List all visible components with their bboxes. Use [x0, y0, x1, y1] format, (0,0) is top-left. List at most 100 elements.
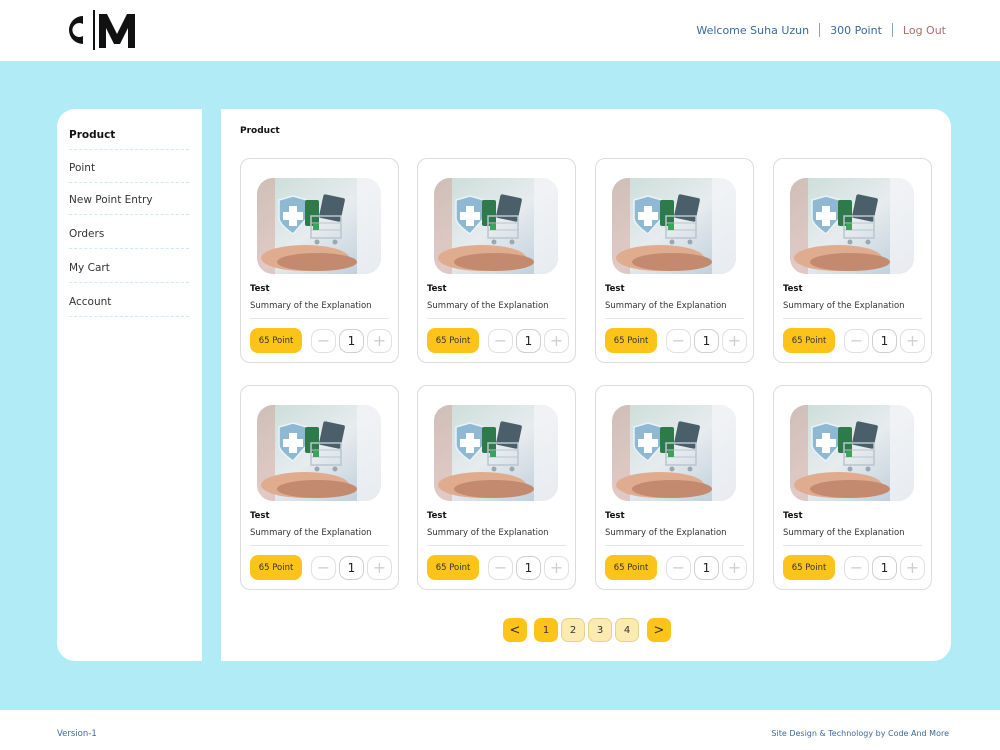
- product-name: Test: [250, 511, 270, 521]
- product-card: Test Summary of the Explanation 65 Point…: [773, 158, 932, 363]
- quantity-input[interactable]: 1: [694, 556, 719, 580]
- plus-icon: +: [727, 331, 742, 350]
- product-summary: Summary of the Explanation: [427, 301, 549, 311]
- product-summary: Summary of the Explanation: [783, 301, 905, 311]
- page-button-3[interactable]: 3: [588, 618, 612, 642]
- increase-quantity-button[interactable]: +: [722, 329, 747, 353]
- user-nav: Welcome Suha Uzun 300 Point Log Out: [696, 23, 946, 37]
- product-name: Test: [427, 511, 447, 521]
- price-button[interactable]: 65 Point: [605, 555, 657, 580]
- minus-icon: −: [316, 331, 331, 350]
- product-content: Product Test Summary of the Explanation …: [221, 109, 951, 661]
- quantity-input[interactable]: 1: [339, 556, 364, 580]
- price-button[interactable]: 65 Point: [427, 555, 479, 580]
- product-card: Test Summary of the Explanation 65 Point…: [417, 158, 576, 363]
- plus-icon: +: [549, 558, 564, 577]
- product-image[interactable]: [612, 405, 736, 501]
- sidebar-item-orders[interactable]: Orders: [69, 228, 189, 249]
- price-button[interactable]: 65 Point: [783, 555, 835, 580]
- product-card: Test Summary of the Explanation 65 Point…: [240, 158, 399, 363]
- minus-icon: −: [493, 558, 508, 577]
- chevron-right-icon[interactable]: >: [647, 618, 671, 642]
- price-button[interactable]: 65 Point: [605, 328, 657, 353]
- decrease-quantity-button[interactable]: −: [666, 329, 691, 353]
- minus-icon: −: [671, 331, 686, 350]
- logout-link[interactable]: Log Out: [903, 24, 946, 37]
- decrease-quantity-button[interactable]: −: [666, 556, 691, 580]
- quantity-input[interactable]: 1: [694, 329, 719, 353]
- chevron-left-icon[interactable]: <: [503, 618, 527, 642]
- plus-icon: +: [372, 558, 387, 577]
- page-button-1[interactable]: 1: [534, 618, 558, 642]
- quantity-input[interactable]: 1: [339, 329, 364, 353]
- decrease-quantity-button[interactable]: −: [311, 329, 336, 353]
- footer: Version-1 Site Design & Technology by Co…: [0, 710, 1000, 750]
- quantity-input[interactable]: 1: [516, 556, 541, 580]
- plus-icon: +: [727, 558, 742, 577]
- product-card: Test Summary of the Explanation 65 Point…: [595, 385, 754, 590]
- product-image[interactable]: [790, 405, 914, 501]
- card-divider: [427, 545, 566, 546]
- increase-quantity-button[interactable]: +: [544, 329, 569, 353]
- nav-divider: [819, 23, 821, 37]
- product-summary: Summary of the Explanation: [605, 528, 727, 538]
- increase-quantity-button[interactable]: +: [544, 556, 569, 580]
- card-divider: [783, 545, 922, 546]
- sidebar: Product Point New Point Entry Orders My …: [57, 109, 202, 661]
- increase-quantity-button[interactable]: +: [367, 329, 392, 353]
- sidebar-item-my-cart[interactable]: My Cart: [69, 262, 189, 283]
- card-divider: [250, 545, 389, 546]
- sidebar-item-product[interactable]: Product: [69, 129, 189, 150]
- quantity-input[interactable]: 1: [872, 556, 897, 580]
- sidebar-item-account[interactable]: Account: [69, 296, 189, 317]
- increase-quantity-button[interactable]: +: [900, 329, 925, 353]
- card-divider: [250, 318, 389, 319]
- price-button[interactable]: 65 Point: [783, 328, 835, 353]
- decrease-quantity-button[interactable]: −: [844, 329, 869, 353]
- welcome-user-link[interactable]: Welcome Suha Uzun: [696, 24, 809, 37]
- plus-icon: +: [372, 331, 387, 350]
- product-image[interactable]: [257, 405, 381, 501]
- card-divider: [605, 318, 744, 319]
- product-name: Test: [427, 284, 447, 294]
- product-image[interactable]: [257, 178, 381, 274]
- price-button[interactable]: 65 Point: [250, 555, 302, 580]
- product-image[interactable]: [612, 178, 736, 274]
- price-button[interactable]: 65 Point: [427, 328, 479, 353]
- decrease-quantity-button[interactable]: −: [488, 329, 513, 353]
- page-button-2[interactable]: 2: [561, 618, 585, 642]
- product-summary: Summary of the Explanation: [783, 528, 905, 538]
- decrease-quantity-button[interactable]: −: [311, 556, 336, 580]
- minus-icon: −: [493, 331, 508, 350]
- increase-quantity-button[interactable]: +: [722, 556, 747, 580]
- product-card: Test Summary of the Explanation 65 Point…: [595, 158, 754, 363]
- decrease-quantity-button[interactable]: −: [488, 556, 513, 580]
- product-summary: Summary of the Explanation: [250, 301, 372, 311]
- product-image[interactable]: [790, 178, 914, 274]
- increase-quantity-button[interactable]: +: [900, 556, 925, 580]
- minus-icon: −: [671, 558, 686, 577]
- product-summary: Summary of the Explanation: [605, 301, 727, 311]
- product-name: Test: [783, 284, 803, 294]
- sidebar-item-point[interactable]: Point: [69, 162, 189, 183]
- plus-icon: +: [905, 558, 920, 577]
- page-title: Product: [240, 126, 280, 136]
- site-credit-link[interactable]: Site Design & Technology by Code And Mor…: [771, 729, 949, 738]
- card-divider: [427, 318, 566, 319]
- price-button[interactable]: 65 Point: [250, 328, 302, 353]
- decrease-quantity-button[interactable]: −: [844, 556, 869, 580]
- version-label: Version-1: [57, 729, 97, 739]
- sidebar-item-new-point-entry[interactable]: New Point Entry: [69, 194, 189, 215]
- product-summary: Summary of the Explanation: [250, 528, 372, 538]
- product-card: Test Summary of the Explanation 65 Point…: [417, 385, 576, 590]
- points-balance-link[interactable]: 300 Point: [830, 24, 882, 37]
- quantity-input[interactable]: 1: [516, 329, 541, 353]
- increase-quantity-button[interactable]: +: [367, 556, 392, 580]
- nav-divider: [891, 23, 893, 37]
- brand-logo[interactable]: [59, 8, 139, 52]
- top-header: Welcome Suha Uzun 300 Point Log Out: [0, 0, 1000, 61]
- quantity-input[interactable]: 1: [872, 329, 897, 353]
- product-image[interactable]: [434, 405, 558, 501]
- product-image[interactable]: [434, 178, 558, 274]
- page-button-4[interactable]: 4: [615, 618, 639, 642]
